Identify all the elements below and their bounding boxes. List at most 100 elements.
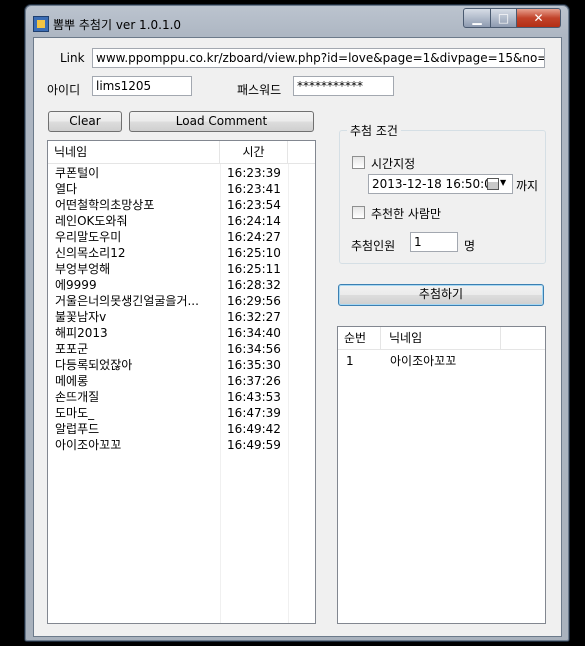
comment-nickname: 불꽃남자v: [55, 310, 107, 324]
comment-time: 16:49:42: [227, 422, 281, 436]
column-nickname[interactable]: 닉네임: [48, 141, 220, 163]
comment-time: 16:35:30: [227, 358, 281, 372]
result-list-header: 순번 닉네임: [338, 327, 545, 350]
app-icon: [33, 16, 49, 32]
comment-nickname: 부엉부엉해: [55, 262, 111, 276]
maximize-button[interactable]: □: [491, 8, 517, 28]
comment-row[interactable]: 메에롱 16:37:26: [48, 373, 315, 389]
password-input[interactable]: ***********: [293, 76, 394, 96]
datetime-value: 2013-12-18 16:50:00: [372, 177, 500, 191]
comment-time: 16:23:39: [227, 166, 281, 180]
comment-row[interactable]: 열다 16:23:41: [48, 181, 315, 197]
link-label: Link: [60, 51, 85, 65]
password-label: 패스워드: [237, 83, 282, 97]
comment-nickname: 도마도_: [55, 406, 95, 420]
comment-list-header: 닉네임 시간: [48, 141, 315, 164]
dropdown-arrow-icon[interactable]: ▼: [500, 178, 506, 187]
comment-time: 16:25:11: [227, 262, 281, 276]
comment-row[interactable]: 도마도_ 16:47:39: [48, 405, 315, 421]
comment-nickname: 우리말도우미: [55, 230, 122, 244]
close-button[interactable]: ✕: [517, 8, 561, 28]
column-filler: [501, 327, 545, 349]
draw-button[interactable]: 추첨하기: [338, 284, 544, 306]
recommended-only-checkbox[interactable]: [352, 206, 365, 219]
comment-time: 16:34:40: [227, 326, 281, 340]
comment-time: 16:37:26: [227, 374, 281, 388]
comment-row[interactable]: 해피2013 16:34:40: [48, 325, 315, 341]
calendar-icon[interactable]: [487, 178, 499, 190]
comment-rows: 쿠폰털이 16:23:39 열다 16:23:41 어떤철학의초망상포 16:23:54 레…: [48, 164, 315, 453]
form-client-area: Link www.ppomppu.co.kr/zboard/view.php?i…: [33, 37, 562, 637]
comment-time: 16:25:10: [227, 246, 281, 260]
comment-nickname: 에9999: [55, 278, 97, 292]
result-nickname: 아이조아꼬꼬: [390, 354, 457, 368]
maximize-icon: □: [497, 11, 510, 25]
link-input[interactable]: www.ppomppu.co.kr/zboard/view.php?id=lov…: [92, 48, 545, 68]
comment-nickname: 레인OK도와줘: [55, 214, 128, 228]
comment-time: 16:28:32: [227, 278, 281, 292]
time-filter-checkbox[interactable]: [352, 156, 365, 169]
comment-nickname: 쿠폰털이: [55, 166, 100, 180]
comment-row[interactable]: 불꽃남자v 16:32:27: [48, 309, 315, 325]
recommended-only-label: 추천한 사람만: [371, 207, 442, 221]
comment-row[interactable]: 알럽푸드 16:49:42: [48, 421, 315, 437]
id-label: 아이디: [47, 83, 81, 97]
comment-row[interactable]: 거울은너의못생긴얼굴을거... 16:29:56: [48, 293, 315, 309]
load-comment-button[interactable]: Load Comment: [129, 111, 314, 132]
comment-row[interactable]: 다등록되었잖아 16:35:30: [48, 357, 315, 373]
comment-nickname: 열다: [55, 182, 78, 196]
draw-count-unit: 명: [464, 239, 476, 253]
comment-row[interactable]: 신의목소리12 16:25:10: [48, 245, 315, 261]
result-list[interactable]: 순번 닉네임 1 아이조아꼬꼬: [337, 326, 546, 624]
column-filler: [288, 141, 315, 163]
comment-row[interactable]: 부엉부엉해 16:25:11: [48, 261, 315, 277]
comment-nickname: 포포군: [55, 342, 89, 356]
comment-time: 16:32:27: [227, 310, 281, 324]
comment-row[interactable]: 에9999 16:28:32: [48, 277, 315, 293]
minimize-icon: ▁: [472, 11, 482, 25]
close-icon: ✕: [533, 11, 544, 25]
comment-row[interactable]: 우리말도우미 16:24:27: [48, 229, 315, 245]
comment-time: 16:49:59: [227, 438, 281, 452]
comment-nickname: 메에롱: [55, 374, 89, 388]
result-rows: 1 아이조아꼬꼬: [338, 350, 545, 369]
draw-count-input[interactable]: 1: [410, 232, 458, 252]
comment-nickname: 아이조아꼬꼬: [55, 438, 122, 452]
comment-nickname: 신의목소리12: [55, 246, 126, 260]
comment-time: 16:23:41: [227, 182, 281, 196]
clear-button[interactable]: Clear: [48, 111, 122, 132]
column-result-nickname[interactable]: 닉네임: [381, 327, 501, 349]
comment-nickname: 손뜨개질: [55, 390, 100, 404]
comment-time: 16:23:54: [227, 198, 281, 212]
column-time[interactable]: 시간: [220, 141, 288, 163]
comment-nickname: 어떤철학의초망상포: [55, 198, 155, 212]
comment-nickname: 알럽푸드: [55, 422, 100, 436]
window-title: 뽐뿌 추첨기 ver 1.0.1.0: [53, 18, 182, 32]
until-label: 까지: [516, 179, 539, 193]
comment-row[interactable]: 어떤철학의초망상포 16:23:54: [48, 197, 315, 213]
draw-count-label: 추첨인원: [351, 239, 396, 253]
comment-list[interactable]: 닉네임 시간 쿠폰털이 16:23:39 열다 16:23:41 어떤철학의초망상포 16…: [47, 140, 316, 624]
comment-row[interactable]: 포포군 16:34:56: [48, 341, 315, 357]
comment-time: 16:24:14: [227, 214, 281, 228]
condition-group-title: 추첨 조건: [347, 122, 401, 139]
comment-row[interactable]: 아이조아꼬꼬 16:49:59: [48, 437, 315, 453]
comment-nickname: 다등록되었잖아: [55, 358, 133, 372]
title-bar[interactable]: 뽐뿌 추첨기 ver 1.0.1.0 ▁ □ ✕: [25, 5, 569, 37]
time-filter-label: 시간지정: [371, 157, 416, 171]
comment-row[interactable]: 쿠폰털이 16:23:39: [48, 165, 315, 181]
comment-time: 16:24:27: [227, 230, 281, 244]
result-order: 1: [346, 354, 354, 368]
app-window: 뽐뿌 추첨기 ver 1.0.1.0 ▁ □ ✕ Link www.ppompp…: [24, 4, 570, 642]
comment-nickname: 거울은너의못생긴얼굴을거...: [55, 294, 199, 308]
id-input[interactable]: lims1205: [92, 76, 192, 96]
comment-time: 16:47:39: [227, 406, 281, 420]
comment-nickname: 해피2013: [55, 326, 108, 340]
comment-time: 16:34:56: [227, 342, 281, 356]
comment-time: 16:43:53: [227, 390, 281, 404]
column-order[interactable]: 순번: [338, 327, 381, 349]
comment-row[interactable]: 레인OK도와줘 16:24:14: [48, 213, 315, 229]
minimize-button[interactable]: ▁: [463, 8, 491, 28]
comment-row[interactable]: 손뜨개질 16:43:53: [48, 389, 315, 405]
result-row[interactable]: 1 아이조아꼬꼬: [338, 353, 545, 369]
